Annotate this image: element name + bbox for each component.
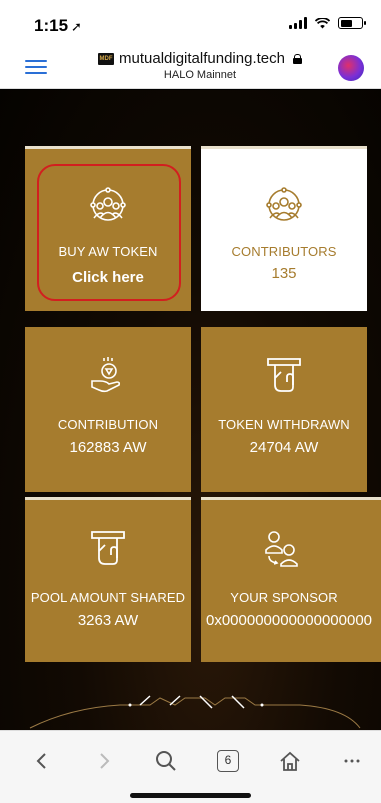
forward-button[interactable]	[86, 745, 122, 777]
chevron-left-icon	[36, 753, 46, 769]
token-withdrawn-label: TOKEN WITHDRAWN	[218, 417, 350, 432]
contributors-tile: CONTRIBUTORS 135	[201, 146, 367, 311]
sponsor-address: 0x000000000000000000	[206, 612, 373, 629]
url-text: mutualdigitalfunding.tech	[119, 50, 285, 67]
contribution-tile: CONTRIBUTION 162883 AW	[25, 327, 191, 492]
search-icon	[156, 751, 176, 771]
home-icon	[280, 751, 300, 771]
tabs-icon: 6	[217, 750, 239, 772]
coin-hand-icon	[91, 357, 121, 393]
team-network-icon	[266, 187, 302, 221]
clock-text: 1:15	[34, 16, 69, 35]
contribution-label: CONTRIBUTION	[57, 417, 159, 432]
sponsor-tile: YOUR SPONSOR 0x000000000000000000	[201, 497, 381, 662]
pool-amount-value: 3263 AW	[77, 612, 139, 629]
chevron-right-icon	[100, 753, 110, 769]
search-button[interactable]	[148, 745, 184, 777]
browser-header: MDF mutualdigitalfunding.tech HALO Mainn…	[0, 44, 381, 89]
atm-withdraw-icon	[267, 358, 301, 392]
network-name: HALO Mainnet	[163, 69, 237, 81]
location-arrow-icon: ➚	[71, 19, 82, 34]
lock-icon	[292, 53, 302, 64]
buy-label: BUY AW TOKEN	[58, 244, 158, 259]
status-bar: 1:15 ➚	[0, 0, 381, 44]
browser-toolbar: 6	[0, 730, 381, 803]
pool-amount-label: POOL AMOUNT SHARED	[30, 590, 186, 605]
battery-icon	[338, 17, 366, 29]
dashboard: BUY AW TOKEN Click here CONTRIBUTORS 135…	[0, 90, 381, 730]
status-icons	[289, 17, 366, 29]
more-button[interactable]	[334, 745, 370, 777]
decorative-circuit-line	[29, 695, 361, 729]
status-time: 1:15 ➚	[34, 16, 82, 36]
team-network-icon	[90, 187, 126, 221]
address-bar[interactable]: MDF mutualdigitalfunding.tech HALO Mainn…	[90, 50, 310, 81]
token-withdrawn-value: 24704 AW	[249, 439, 319, 456]
wifi-icon	[315, 17, 330, 28]
atm-withdraw-icon	[91, 531, 125, 565]
pool-amount-tile: POOL AMOUNT SHARED 3263 AW	[25, 497, 191, 662]
site-favicon: MDF	[98, 52, 115, 65]
back-button[interactable]	[24, 745, 60, 777]
contribution-value: 162883 AW	[69, 439, 147, 456]
cellular-signal-icon	[289, 17, 307, 29]
sponsor-referral-icon	[265, 531, 298, 567]
click-here-link[interactable]: Click here	[25, 269, 191, 286]
contributors-value: 135	[271, 265, 297, 282]
buy-aw-token-tile[interactable]: BUY AW TOKEN Click here	[25, 146, 191, 311]
tabs-button[interactable]: 6	[210, 745, 246, 777]
contributors-label: CONTRIBUTORS	[231, 244, 337, 259]
sponsor-label: YOUR SPONSOR	[230, 590, 338, 605]
hamburger-icon[interactable]	[25, 60, 47, 74]
home-button[interactable]	[272, 745, 308, 777]
home-indicator	[130, 793, 251, 798]
token-withdrawn-tile: TOKEN WITHDRAWN 24704 AW	[201, 327, 367, 492]
more-icon	[344, 759, 360, 763]
account-avatar[interactable]	[338, 55, 364, 81]
